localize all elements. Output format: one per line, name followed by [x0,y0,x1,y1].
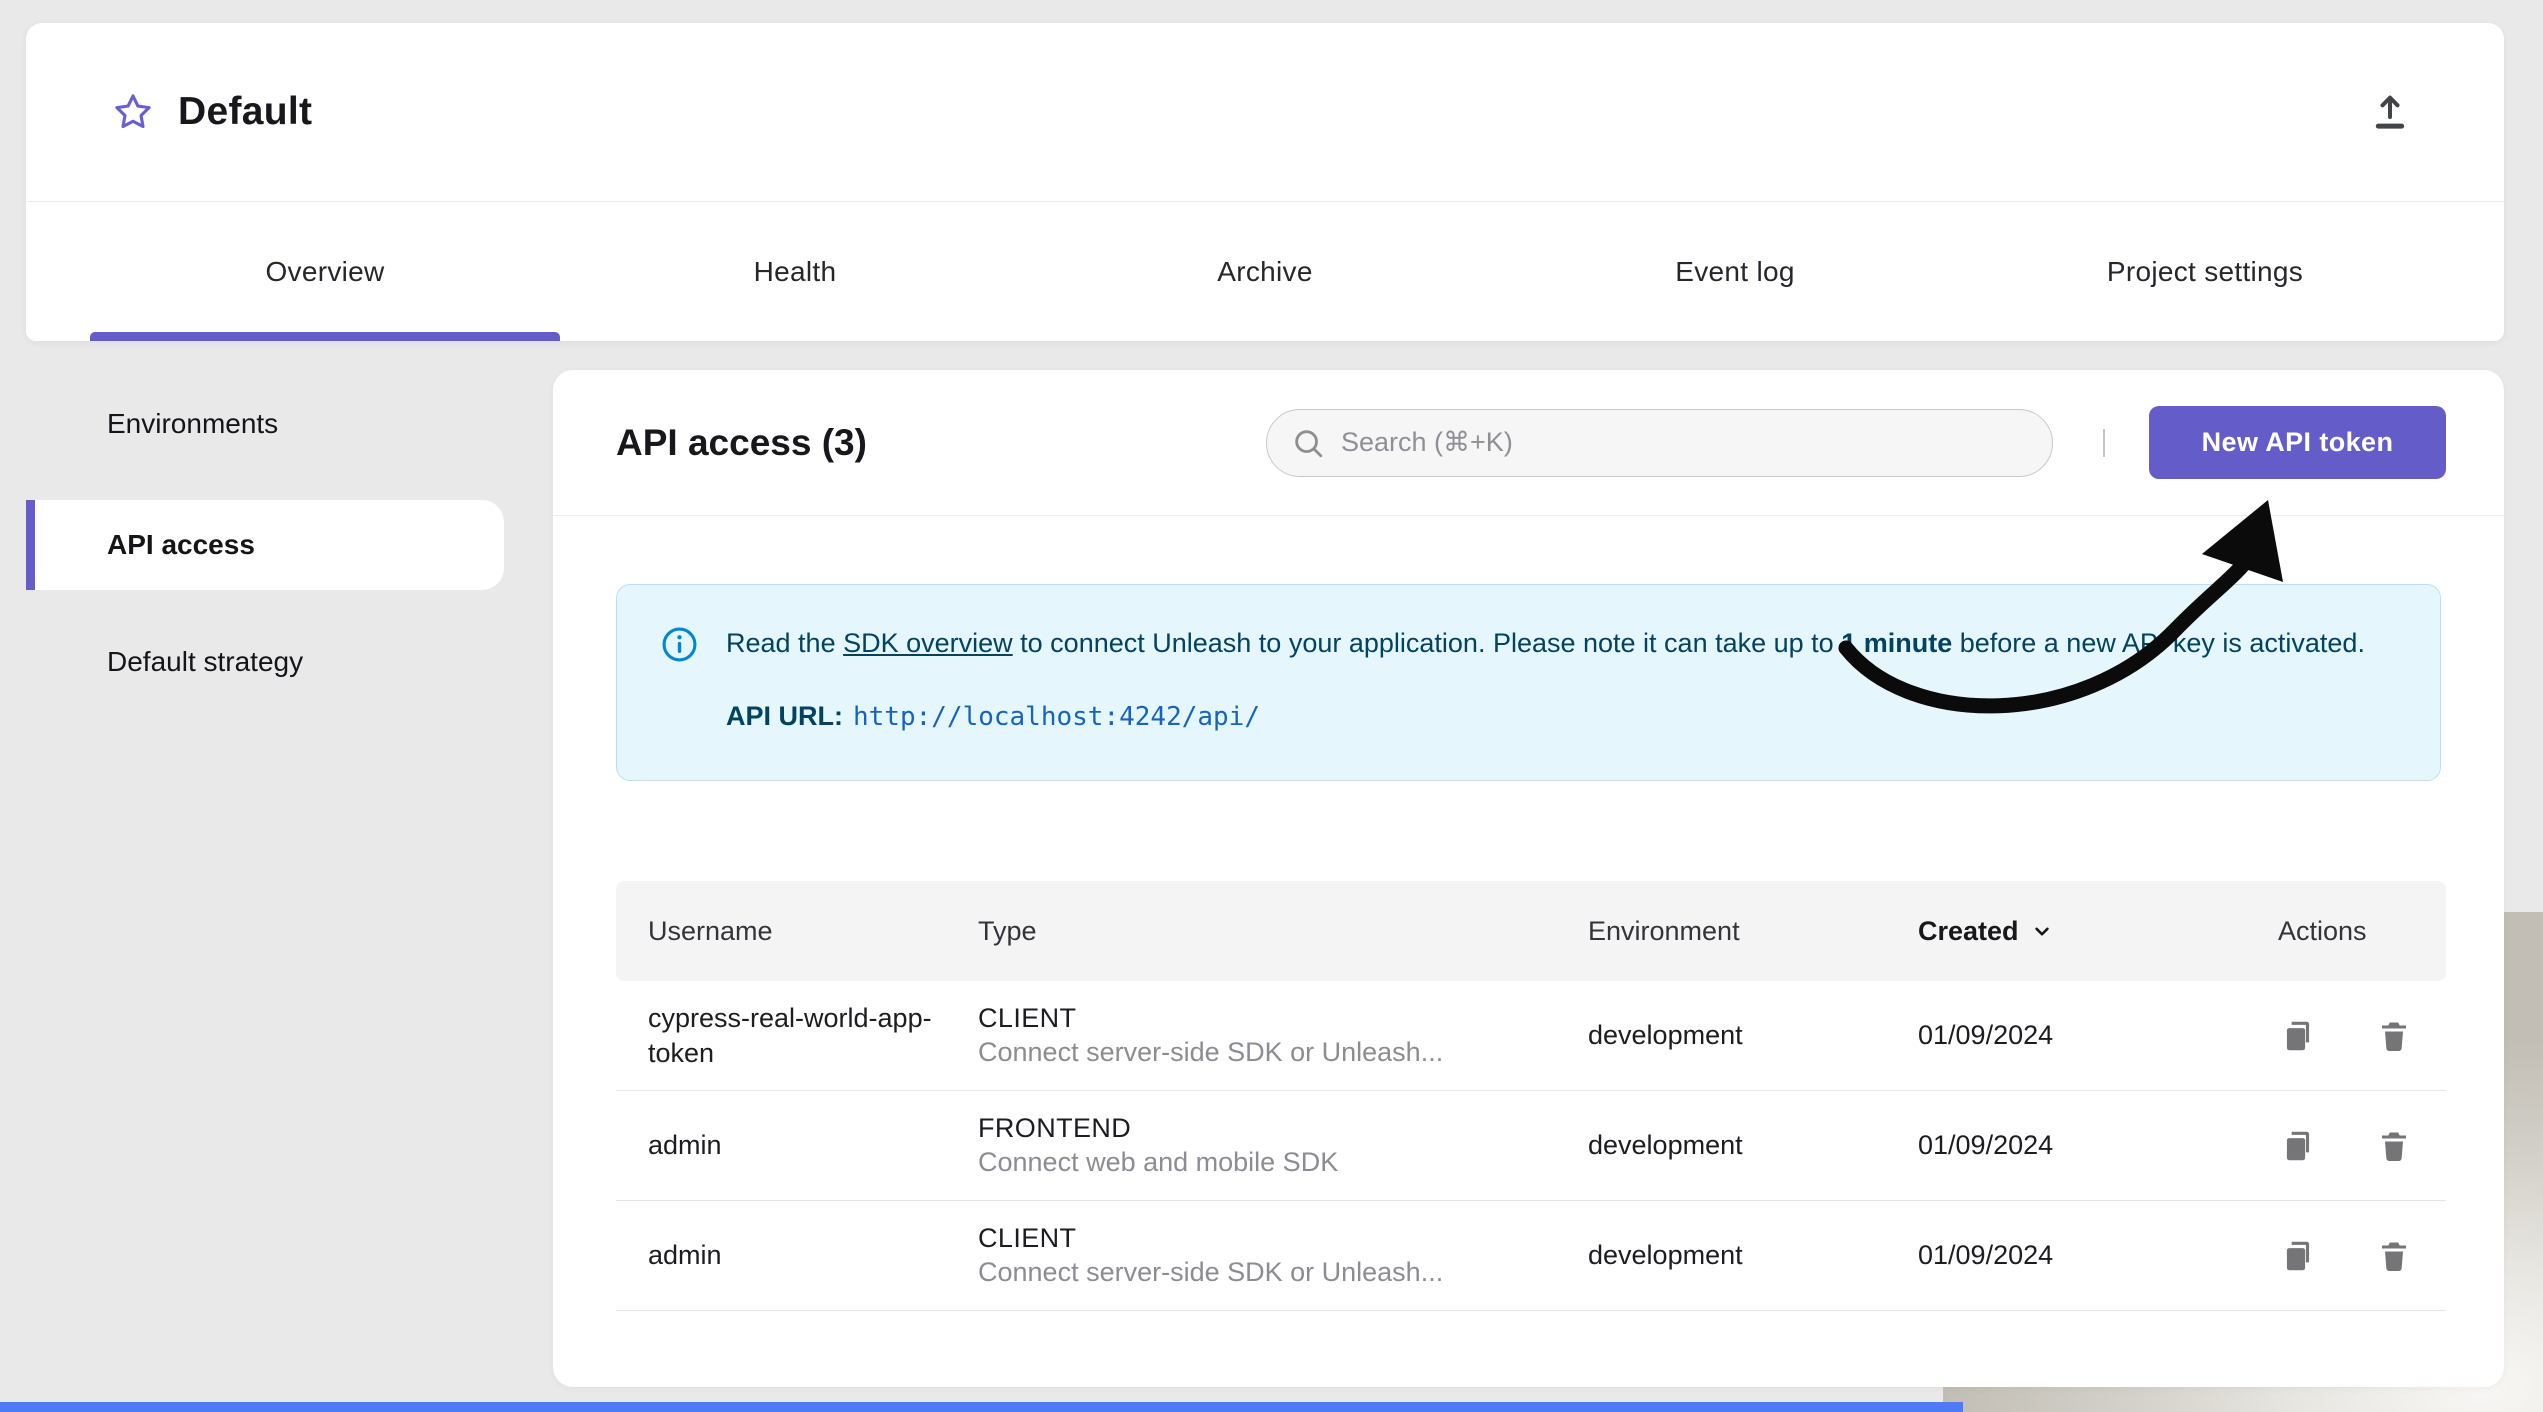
token-username: admin [648,1130,722,1160]
project-tab-bar: Overview Health Archive Event log Projec… [26,201,2504,341]
token-type: CLIENT [978,1223,1077,1253]
column-header-environment: Environment [1588,915,1740,946]
new-api-token-button[interactable]: New API token [2149,406,2446,479]
api-url-line: API URL: http://localhost:4242/api/ [726,696,2365,738]
column-header-username: Username [648,915,773,946]
sdk-overview-link[interactable]: SDK overview [843,628,1013,658]
table-header-row: Username Type Environment Created Action… [616,881,2446,981]
token-type-description: Connect server-side SDK or Unleash... [978,1257,1444,1287]
project-header-card: Default Overview Health Archive Event lo… [26,23,2504,341]
column-header-type: Type [978,915,1037,946]
column-header-actions: Actions [2278,915,2367,946]
info-alert: Read the SDK overview to connect Unleash… [616,584,2441,781]
token-type-cell: CLIENT Connect server-side SDK or Unleas… [978,1003,1588,1068]
delete-trash-icon[interactable] [2374,1236,2414,1276]
token-type-description: Connect web and mobile SDK [978,1147,1339,1177]
project-title: Default [178,90,313,133]
token-type: CLIENT [978,1003,1077,1033]
api-tokens-table: Username Type Environment Created Action… [616,881,2446,1311]
token-type: FRONTEND [978,1113,1132,1143]
table-row: admin FRONTEND Connect web and mobile SD… [616,1091,2446,1201]
tab-health[interactable]: Health [560,202,1030,341]
token-environment: development [1588,1130,1743,1160]
token-actions [2278,1236,2446,1276]
column-header-created[interactable]: Created [1918,916,2278,947]
chevron-down-icon [2029,918,2055,944]
sidebar-item-environments[interactable]: Environments [107,408,278,440]
delete-trash-icon[interactable] [2374,1016,2414,1056]
info-icon [661,626,698,675]
token-type-cell: FRONTEND Connect web and mobile SDK [978,1113,1588,1178]
table-row: cypress-real-world-app-token CLIENT Conn… [616,981,2446,1091]
api-url-value: http://localhost:4242/api/ [853,702,1260,732]
header-divider [2103,428,2105,457]
bottom-blue-bar [0,1402,1963,1412]
token-created: 01/09/2024 [1918,1020,2054,1050]
search-box[interactable] [1266,408,2053,477]
table-row: admin CLIENT Connect server-side SDK or … [616,1201,2446,1311]
token-type-description: Connect server-side SDK or Unleash... [978,1037,1444,1067]
project-header: Default [26,23,2504,201]
tab-overview[interactable]: Overview [90,202,560,341]
token-actions [2278,1016,2446,1056]
sidebar-item-default-strategy[interactable]: Default strategy [107,646,303,678]
sidebar-item-api-access-label: API access [107,529,255,560]
token-created: 01/09/2024 [1918,1130,2054,1160]
token-created: 01/09/2024 [1918,1240,2054,1270]
copy-icon[interactable] [2278,1236,2318,1276]
alert-message: Read the SDK overview to connect Unleash… [726,628,2365,658]
panel-header: API access (3) New API token [553,370,2504,516]
tab-event-log[interactable]: Event log [1500,202,1970,341]
search-input[interactable] [1341,427,2042,458]
search-icon [1291,426,1325,460]
tab-project-settings[interactable]: Project settings [1970,202,2440,341]
delete-trash-icon[interactable] [2374,1126,2414,1166]
token-environment: development [1588,1240,1743,1270]
api-url-label: API URL: [726,701,843,731]
token-username: cypress-real-world-app-token [648,1002,932,1068]
token-actions [2278,1126,2446,1166]
api-access-panel: API access (3) New API token Read the SD… [553,370,2504,1387]
token-environment: development [1588,1020,1743,1050]
token-type-cell: CLIENT Connect server-side SDK or Unleas… [978,1223,1588,1288]
sidebar-item-api-access[interactable]: API access [26,500,504,590]
alert-text: Read the SDK overview to connect Unleash… [726,623,2365,738]
export-upload-icon[interactable] [2366,88,2414,136]
tab-archive[interactable]: Archive [1030,202,1500,341]
copy-icon[interactable] [2278,1016,2318,1056]
copy-icon[interactable] [2278,1126,2318,1166]
favorite-star-icon[interactable] [110,89,156,135]
token-username: admin [648,1240,722,1270]
page-title: API access (3) [616,421,867,463]
